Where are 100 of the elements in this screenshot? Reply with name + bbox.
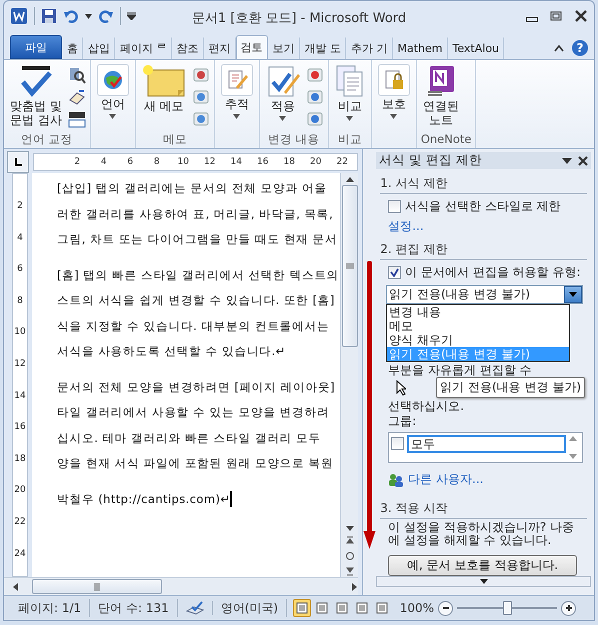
users-icon xyxy=(388,472,404,487)
checkbox[interactable] xyxy=(388,200,402,213)
caret-icon xyxy=(233,114,240,119)
pane-menu-icon xyxy=(562,158,572,164)
ribbon-button[interactable]: 연결된 노트 xyxy=(420,62,461,132)
redo-icon xyxy=(98,8,114,24)
ribbon-button[interactable]: 적용 xyxy=(264,62,302,132)
ribbon-button[interactable]: 언어 xyxy=(94,62,131,132)
close-icon xyxy=(578,156,588,166)
proofing-icon xyxy=(186,601,204,615)
minimize-icon xyxy=(526,17,538,22)
ruler-number: 8 xyxy=(152,156,161,169)
caret-icon xyxy=(279,116,286,121)
zoom-level[interactable]: 100% xyxy=(400,601,434,615)
tab-stop-icon xyxy=(14,158,22,166)
app-logo-icon xyxy=(10,7,28,25)
ruler-number: 4 xyxy=(17,232,23,245)
section-heading: 2. 편집 제한 xyxy=(380,242,448,256)
pane-title: 서식 및 편집 제한 xyxy=(379,152,484,169)
ruler-number: 14 xyxy=(230,156,243,169)
grip-icon xyxy=(346,263,354,269)
group-label: 변경 내용 xyxy=(268,132,320,146)
editing-type-dropdown[interactable]: 읽기 전용(내용 변경 불가) xyxy=(386,285,583,304)
ribbon-button[interactable]: 새 메모 xyxy=(140,62,188,132)
word-count[interactable]: 단어 수: 131 xyxy=(90,599,178,617)
text-cursor xyxy=(230,491,232,508)
ruler-number: 14 xyxy=(14,390,26,403)
start-enforcing-button[interactable]: 예, 문서 보호를 적용합니다. xyxy=(388,555,577,576)
zoom-out-button[interactable] xyxy=(438,600,453,616)
caret-icon xyxy=(85,14,92,18)
document-text-line: 러한 갤러리를 사용하여 표, 머리글, 바닥글, 목록, xyxy=(57,206,334,220)
group-label: 메모 xyxy=(162,132,187,146)
view-icon xyxy=(376,602,388,614)
document-text-line: [삽입] 탭의 갤러리에는 문서의 전체 모양과 어울 xyxy=(57,181,327,195)
ruler-number: 22 xyxy=(14,516,26,529)
ruler-number: 18 xyxy=(14,452,26,466)
document-text-line: 십시오. 테마 갤러리와 빠른 스타일 갤러리 모두 xyxy=(57,430,321,444)
ruler-number: 6 xyxy=(126,156,134,169)
scroll-thumb[interactable] xyxy=(342,185,358,347)
ribbon-button[interactable]: 맞춤법 및 문법 검사 xyxy=(8,62,64,132)
ribbon-button[interactable]: 보호 xyxy=(376,62,412,132)
more-users-link[interactable]: 다른 사용자... xyxy=(408,471,484,488)
caret-icon xyxy=(109,114,116,119)
ruler-number: 12 xyxy=(203,156,216,169)
ruler-number: 20 xyxy=(14,484,26,498)
caret-icon xyxy=(346,116,354,121)
document-text-line: 문서의 전체 모양을 변경하려면 [페이지 레이아웃] xyxy=(57,380,336,394)
page-count[interactable]: 페이지: 1/1 xyxy=(10,599,90,617)
sticky-note-icon xyxy=(142,64,186,98)
checkbox-label: 서식을 선택한 스타일로 제한 xyxy=(405,198,561,215)
dropdown-option[interactable]: 메모 xyxy=(387,319,569,333)
scroll-left-icon xyxy=(12,582,20,592)
tooltip: 읽기 전용(내용 변경 불가) xyxy=(436,377,585,398)
dropdown-option[interactable]: 변경 내용 xyxy=(387,305,569,319)
exceptions-text: 선택하십시오. xyxy=(388,400,466,413)
view-icon xyxy=(336,602,348,614)
document-text-line: 서식을 사용하도록 선택할 수 있습니다.↵ xyxy=(57,344,286,358)
ruler-number: 22 xyxy=(336,156,349,169)
scroll-down-icon xyxy=(569,454,577,460)
ribbon-button[interactable]: 추적 xyxy=(218,62,255,132)
save-icon xyxy=(41,8,57,24)
ruler-number: 16 xyxy=(256,156,270,169)
scroll-down-icon xyxy=(480,579,488,584)
horizontal-scroll-thumb[interactable] xyxy=(32,579,162,594)
checkbox[interactable] xyxy=(391,437,404,450)
view-icon xyxy=(316,602,328,614)
document-text-line: 타일 갤러리에서 사용할 수 있는 모양을 변경하려 xyxy=(57,405,330,419)
documents-icon xyxy=(334,64,365,98)
ruler-number: 8 xyxy=(17,294,23,308)
group-name[interactable]: 모두 xyxy=(407,435,566,453)
ribbon-tab[interactable]: 검토 xyxy=(236,35,268,59)
help-button[interactable]: ? xyxy=(572,40,588,56)
enforcement-text: 이 설정을 적용하시겠습니까? 나중에 설정을 해제할 수 있습니다. xyxy=(388,521,575,548)
caret-icon xyxy=(390,114,398,119)
document-text-line: 스트의 서식을 쉽게 변경할 수 있습니다. 또한 [홈] xyxy=(57,293,335,307)
checkmark-icon xyxy=(18,64,53,98)
globe-icon xyxy=(102,69,124,91)
view-icon xyxy=(356,602,368,614)
dropdown-option[interactable]: 양식 채우기 xyxy=(387,333,569,347)
view-button[interactable] xyxy=(293,599,312,617)
zoom-slider-thumb[interactable] xyxy=(503,601,512,615)
minus-icon xyxy=(442,604,450,612)
page-check-icon xyxy=(266,64,300,98)
checkbox[interactable] xyxy=(388,266,402,279)
ribbon-button[interactable]: 비교 xyxy=(332,62,367,132)
collapse-ribbon-icon xyxy=(554,44,564,52)
ruler-number: 4 xyxy=(100,156,108,169)
check-icon xyxy=(390,268,400,277)
ruler-number: 16 xyxy=(14,421,26,434)
tab-stop-selector[interactable] xyxy=(7,151,29,173)
grip-icon xyxy=(94,582,100,590)
settings-link[interactable]: 설정... xyxy=(388,219,424,233)
ruler-number: 18 xyxy=(282,156,296,169)
language-status[interactable]: 영어(미국) xyxy=(212,599,288,617)
zoom-in-button[interactable] xyxy=(561,600,576,616)
section-heading: 1. 서식 제한 xyxy=(380,176,448,190)
customize-caret-icon xyxy=(127,12,136,20)
ribbon-tab[interactable]: 파일 xyxy=(10,35,62,59)
checkbox-label: 이 문서에서 편집을 허용할 유형: xyxy=(405,264,580,281)
view-icon xyxy=(296,602,308,614)
